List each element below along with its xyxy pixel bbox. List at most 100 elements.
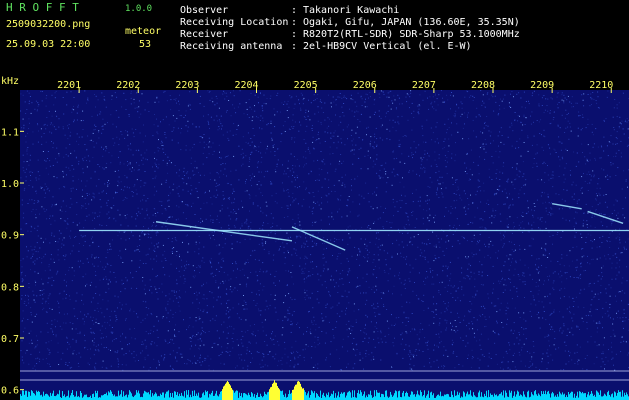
- noise-pixel: [280, 111, 281, 113]
- noise-pixel: [624, 320, 626, 322]
- noise-pixel: [566, 254, 568, 256]
- location-colon: :: [291, 17, 298, 28]
- noise-pixel: [336, 147, 338, 149]
- noise-pixel: [422, 328, 424, 330]
- noise-pixel: [115, 316, 117, 318]
- noise-pixel: [22, 154, 24, 156]
- noise-pixel: [498, 189, 500, 191]
- noise-pixel: [602, 351, 604, 353]
- noise-pixel: [32, 131, 34, 133]
- noise-pixel: [199, 242, 201, 244]
- noise-pixel: [494, 215, 496, 217]
- noise-pixel: [330, 279, 332, 281]
- noise-pixel: [590, 336, 592, 338]
- noise-pixel: [118, 182, 120, 184]
- noise-pixel: [102, 278, 104, 280]
- noise-pixel: [75, 236, 77, 237]
- noise-pixel: [374, 191, 375, 193]
- noise-pixel: [536, 269, 538, 271]
- noise-pixel: [55, 158, 57, 160]
- noise-pixel: [230, 326, 232, 328]
- noise-pixel: [325, 194, 327, 196]
- noise-pixel: [60, 232, 62, 234]
- noise-pixel: [398, 123, 400, 125]
- noise-pixel: [440, 312, 442, 314]
- noise-pixel: [82, 172, 84, 174]
- noise-pixel: [525, 365, 526, 367]
- noise-pixel: [216, 268, 218, 270]
- noise-pixel: [284, 121, 286, 123]
- noise-pixel: [245, 284, 247, 286]
- noise-pixel: [406, 93, 408, 95]
- noise-pixel: [303, 278, 305, 280]
- noise-pixel: [292, 127, 294, 129]
- noise-pixel: [359, 254, 361, 256]
- noise-pixel: [509, 254, 511, 256]
- noise-pixel: [59, 325, 61, 327]
- noise-pixel: [596, 102, 598, 104]
- noise-pixel: [61, 210, 63, 212]
- noise-pixel: [597, 327, 599, 329]
- noise-pixel: [522, 176, 524, 178]
- noise-pixel: [455, 331, 457, 333]
- noise-pixel: [92, 140, 94, 142]
- noise-pixel: [523, 184, 524, 186]
- noise-pixel: [76, 140, 77, 142]
- noise-pixel: [512, 184, 514, 186]
- noise-pixel: [350, 179, 352, 180]
- noise-pixel: [20, 177, 22, 179]
- noise-pixel: [119, 341, 121, 342]
- noise-pixel: [518, 312, 520, 314]
- noise-pixel: [576, 202, 578, 204]
- noise-pixel: [155, 276, 157, 278]
- noise-pixel: [367, 126, 369, 128]
- noise-pixel: [552, 234, 554, 236]
- noise-pixel: [125, 217, 127, 219]
- noise-pixel: [169, 353, 171, 355]
- noise-pixel: [87, 99, 89, 101]
- noise-pixel: [295, 95, 297, 97]
- noise-pixel: [444, 138, 446, 140]
- noise-pixel: [433, 303, 435, 305]
- noise-pixel: [366, 273, 368, 275]
- noise-pixel: [296, 254, 298, 256]
- noise-pixel: [40, 331, 42, 333]
- noise-pixel: [601, 358, 603, 360]
- noise-pixel: [270, 120, 272, 122]
- noise-pixel: [157, 125, 159, 127]
- noise-pixel: [455, 142, 456, 144]
- noise-pixel: [524, 124, 526, 125]
- noise-pixel: [618, 233, 620, 235]
- noise-pixel: [585, 236, 587, 238]
- noise-pixel: [365, 182, 367, 184]
- noise-pixel: [23, 161, 25, 163]
- noise-pixel: [597, 96, 599, 98]
- noise-pixel: [98, 131, 100, 133]
- noise-pixel: [114, 310, 116, 312]
- noise-pixel: [217, 120, 218, 122]
- noise-pixel: [318, 111, 319, 113]
- noise-pixel: [512, 333, 514, 334]
- noise-pixel: [550, 214, 552, 216]
- noise-pixel: [435, 244, 437, 246]
- noise-pixel: [385, 191, 387, 193]
- header-panel: H R O F F T 1.0.0 2509032200.png meteor …: [0, 0, 629, 76]
- noise-pixel: [327, 132, 329, 134]
- noise-pixel: [624, 121, 626, 123]
- noise-pixel: [260, 161, 262, 163]
- noise-pixel: [576, 277, 578, 278]
- noise-pixel: [156, 243, 158, 245]
- noise-pixel: [472, 328, 474, 330]
- noise-pixel: [85, 346, 87, 348]
- noise-pixel: [341, 142, 343, 144]
- noise-pixel: [99, 329, 101, 331]
- spectrogram-chart: 2201 2202 2203 2204 2205 2206 2207 2208 2209 2210…: [1, 76, 629, 400]
- noise-pixel: [577, 102, 578, 104]
- noise-pixel: [139, 259, 141, 261]
- noise-pixel: [262, 212, 264, 214]
- noise-pixel: [481, 275, 483, 277]
- noise-pixel: [535, 282, 537, 283]
- noise-pixel: [445, 265, 447, 267]
- noise-pixel: [131, 128, 133, 130]
- noise-pixel: [68, 267, 70, 268]
